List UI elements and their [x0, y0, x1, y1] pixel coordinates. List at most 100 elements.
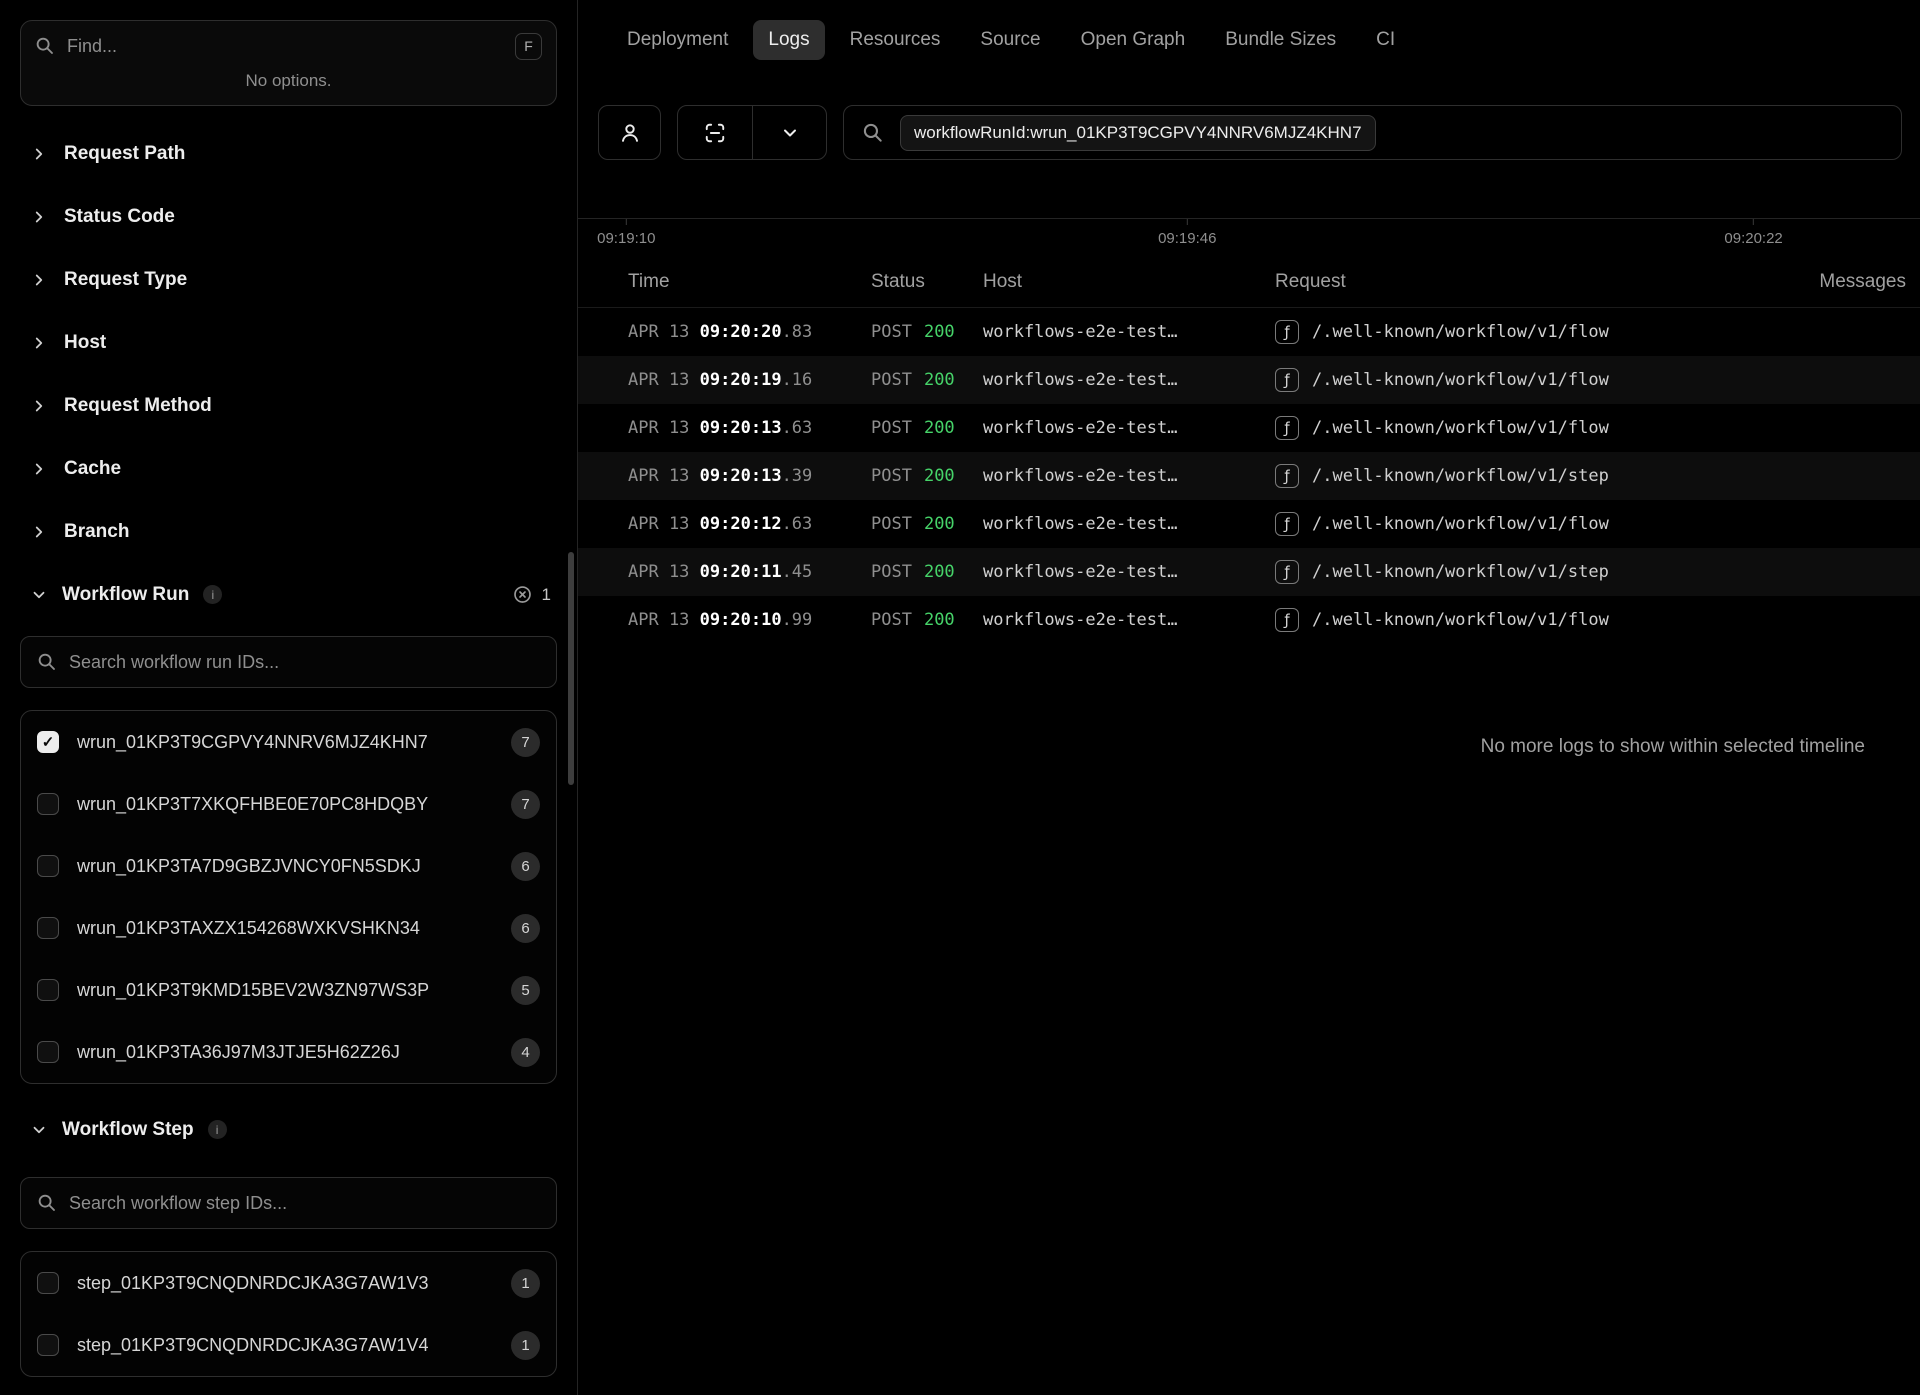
status-code: 200 — [924, 466, 955, 486]
workflow-run-option[interactable]: wrun_01KP3T7XKQFHBE0E70PC8HDQBY 7 — [21, 773, 556, 835]
find-filter-input[interactable] — [67, 36, 503, 57]
workflow-step-id: step_01KP3T9CNQDNRDCJKA3G7AW1V3 — [77, 1273, 493, 1294]
filter-section-toggle[interactable]: Branch — [0, 500, 577, 563]
log-host-cell: workflows-e2e-test… — [983, 370, 1275, 390]
chevron-down-icon — [780, 123, 800, 143]
log-row[interactable]: APR 13 09:20:13.39 POST200 workflows-e2e… — [578, 452, 1920, 500]
log-time-ms: .83 — [782, 322, 813, 342]
chevron-right-icon — [30, 523, 48, 541]
checkbox[interactable] — [37, 731, 59, 753]
status-code: 200 — [924, 562, 955, 582]
workflow-run-search[interactable] — [20, 636, 557, 688]
log-host-cell: workflows-e2e-test… — [983, 610, 1275, 630]
log-row[interactable]: APR 13 09:20:20.83 POST200 workflows-e2e… — [578, 308, 1920, 356]
log-count-badge: 5 — [511, 976, 540, 1005]
log-count-badge: 7 — [511, 728, 540, 757]
workflow-run-option[interactable]: wrun_01KP3T9CGPVY4NNRV6MJZ4KHN7 7 — [21, 711, 556, 773]
user-agent-filter-button[interactable] — [598, 105, 661, 160]
checkbox[interactable] — [37, 1334, 59, 1356]
workflow-step-search[interactable] — [20, 1177, 557, 1229]
log-row[interactable]: APR 13 09:20:19.16 POST200 workflows-e2e… — [578, 356, 1920, 404]
display-options-button[interactable] — [677, 105, 827, 160]
workflow-run-id: wrun_01KP3T7XKQFHBE0E70PC8HDQBY — [77, 794, 493, 815]
display-options-segment[interactable] — [678, 106, 752, 159]
query-filter-token[interactable]: workflowRunId:wrun_01KP3T9CGPVY4NNRV6MJZ… — [900, 115, 1376, 151]
request-path: /.well-known/workflow/v1/flow — [1312, 514, 1609, 534]
log-host-cell: workflows-e2e-test… — [983, 562, 1275, 582]
find-input-row[interactable]: F — [21, 21, 556, 71]
filter-section-label: Cache — [64, 458, 121, 480]
checkbox[interactable] — [37, 1272, 59, 1294]
request-method: POST — [871, 322, 912, 342]
display-options-dropdown[interactable] — [752, 106, 826, 159]
workflow-step-header[interactable]: Workflow Step — [0, 1098, 577, 1161]
filter-section-toggle[interactable]: Request Path — [0, 122, 577, 185]
chevron-right-icon — [30, 397, 48, 415]
workflow-run-search-input[interactable] — [69, 652, 540, 673]
request-path: /.well-known/workflow/v1/flow — [1312, 610, 1609, 630]
log-status-cell: POST200 — [871, 370, 983, 390]
filter-section-toggle[interactable]: Request Method — [0, 374, 577, 437]
log-table-header: Time Status Host Request Messages — [578, 256, 1920, 308]
tab-item[interactable]: Bundle Sizes — [1210, 20, 1351, 60]
display-options-icon — [704, 122, 726, 144]
deployment-tab-bar: Deployment Logs Resources Source Open Gr… — [578, 0, 1920, 60]
workflow-run-option[interactable]: wrun_01KP3TA36J97M3JTJE5H62Z26J 4 — [21, 1021, 556, 1083]
clear-workflow-run-filter-button[interactable]: 1 — [513, 585, 551, 605]
log-date: APR 13 — [628, 610, 689, 630]
checkbox[interactable] — [37, 979, 59, 1001]
log-timeline[interactable]: 09:19:10 09:19:46 09:20:22 — [578, 218, 1920, 256]
workflow-step-title: Workflow Step — [62, 1119, 194, 1141]
log-time-ms: .45 — [782, 562, 813, 582]
log-row[interactable]: APR 13 09:20:10.99 POST200 workflows-e2e… — [578, 596, 1920, 644]
checkbox[interactable] — [37, 793, 59, 815]
filter-section-toggle[interactable]: Status Code — [0, 185, 577, 248]
tab-item[interactable]: CI — [1361, 20, 1410, 60]
log-time-ms: .63 — [782, 418, 813, 438]
tab-item[interactable]: Resources — [835, 20, 956, 60]
tab-item[interactable]: Deployment — [612, 20, 743, 60]
log-query-input[interactable]: workflowRunId:wrun_01KP3T9CGPVY4NNRV6MJZ… — [843, 105, 1902, 160]
workflow-run-option[interactable]: wrun_01KP3TAXZX154268WXKVSHKN34 6 — [21, 897, 556, 959]
checkbox[interactable] — [37, 917, 59, 939]
workflow-step-search-input[interactable] — [69, 1193, 540, 1214]
column-header-request: Request — [1275, 271, 1742, 293]
request-method: POST — [871, 418, 912, 438]
log-count-badge: 4 — [511, 1038, 540, 1067]
workflow-step-option[interactable]: step_01KP3T9CNQDNRDCJKA3G7AW1V4 1 — [21, 1314, 556, 1376]
logs-toolbar: workflowRunId:wrun_01KP3T9CGPVY4NNRV6MJZ… — [578, 105, 1920, 160]
chevron-right-icon — [30, 208, 48, 226]
log-row[interactable]: APR 13 09:20:11.45 POST200 workflows-e2e… — [578, 548, 1920, 596]
sidebar-scrollbar[interactable] — [568, 552, 574, 785]
search-icon — [862, 122, 884, 144]
filter-section-toggle[interactable]: Host — [0, 311, 577, 374]
log-time-ms: .16 — [782, 370, 813, 390]
log-host-cell: workflows-e2e-test… — [983, 466, 1275, 486]
workflow-run-option[interactable]: wrun_01KP3T9KMD15BEV2W3ZN97WS3P 5 — [21, 959, 556, 1021]
checkbox[interactable] — [37, 1041, 59, 1063]
filter-section-toggle[interactable]: Cache — [0, 437, 577, 500]
timeline-marker: 09:19:10 — [597, 219, 655, 247]
log-time: 09:20:10 — [700, 610, 782, 630]
log-status-cell: POST200 — [871, 466, 983, 486]
tab-item[interactable]: Logs — [753, 20, 824, 60]
tab-item[interactable]: Source — [965, 20, 1055, 60]
column-header-time: Time — [628, 271, 871, 293]
workflow-run-header[interactable]: Workflow Run 1 — [0, 563, 577, 626]
log-host-cell: workflows-e2e-test… — [983, 418, 1275, 438]
log-status-cell: POST200 — [871, 418, 983, 438]
workflow-step-option[interactable]: step_01KP3T9CNQDNRDCJKA3G7AW1V3 1 — [21, 1252, 556, 1314]
log-row[interactable]: APR 13 09:20:13.63 POST200 workflows-e2e… — [578, 404, 1920, 452]
log-time-ms: .63 — [782, 514, 813, 534]
checkbox[interactable] — [37, 855, 59, 877]
log-time: 09:20:12 — [700, 514, 782, 534]
log-host-cell: workflows-e2e-test… — [983, 514, 1275, 534]
workflow-run-option[interactable]: wrun_01KP3TA7D9GBZJVNCY0FN5SDKJ 6 — [21, 835, 556, 897]
log-time: 09:20:13 — [700, 466, 782, 486]
log-request-cell: /.well-known/workflow/v1/flow — [1275, 416, 1742, 440]
tab-item[interactable]: Open Graph — [1066, 20, 1201, 60]
function-icon — [1275, 416, 1299, 440]
filters-sidebar: F No options. Request Path Status Code — [0, 0, 578, 1395]
filter-section-toggle[interactable]: Request Type — [0, 248, 577, 311]
log-row[interactable]: APR 13 09:20:12.63 POST200 workflows-e2e… — [578, 500, 1920, 548]
